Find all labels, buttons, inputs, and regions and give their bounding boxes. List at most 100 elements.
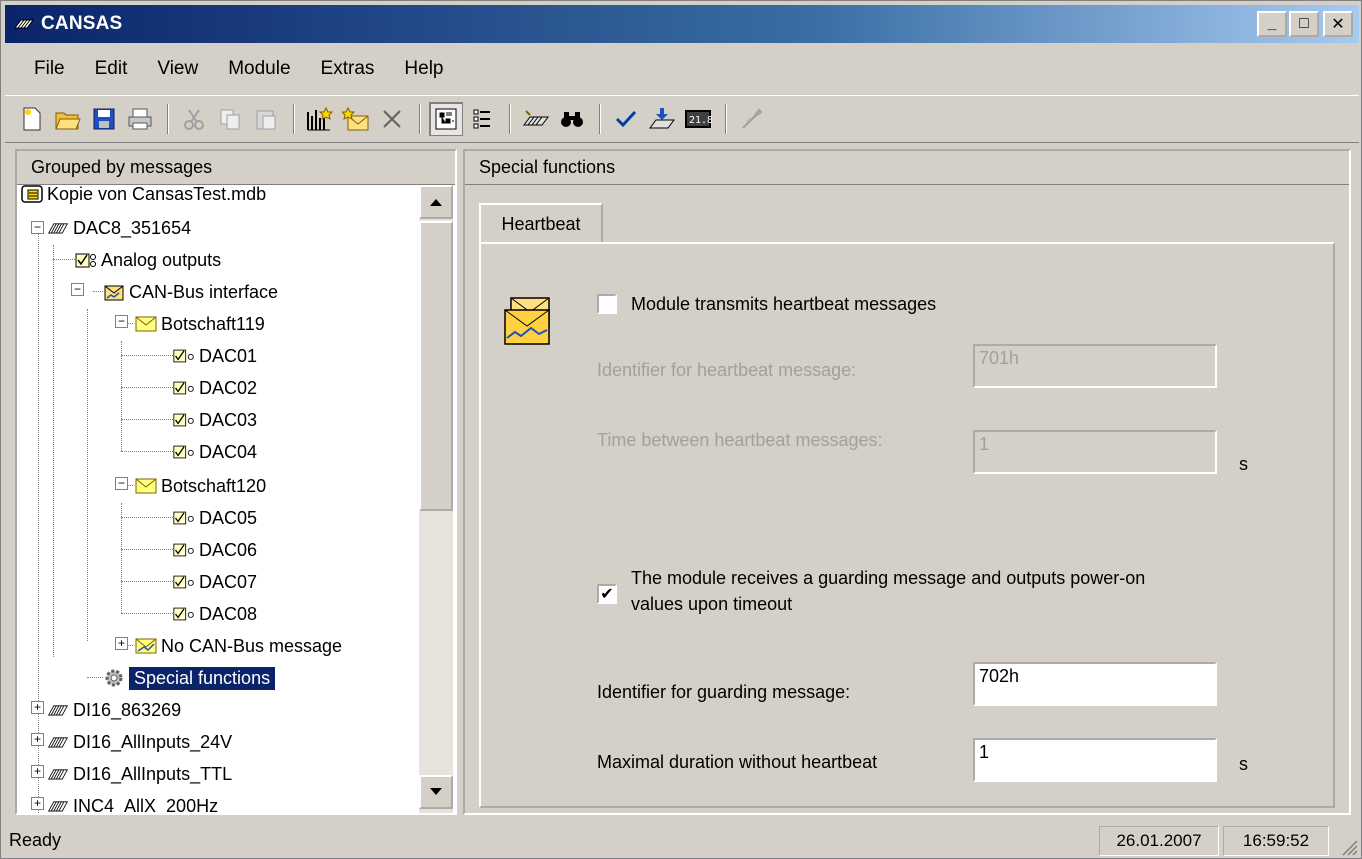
max-duration-field[interactable]: 1 (973, 738, 1217, 782)
scroll-thumb[interactable] (419, 221, 453, 511)
tree-node-analog-outputs[interactable]: Analog outputs (75, 245, 221, 275)
collapse-botschaft120[interactable]: − (115, 477, 128, 490)
close-button[interactable]: ✕ (1323, 11, 1353, 37)
toolbar-separator (725, 104, 727, 134)
print-button[interactable] (123, 102, 157, 136)
binoculars-icon (561, 112, 583, 127)
menu-module[interactable]: Module (228, 58, 290, 80)
new-message-button[interactable] (339, 102, 373, 136)
minimize-button[interactable]: _ (1257, 11, 1287, 37)
tree-node-di16-ttl[interactable]: DI16_AllInputs_TTL (47, 759, 232, 789)
group-by-messages-button[interactable] (429, 102, 463, 136)
tree-node-can-bus[interactable]: CAN-Bus interface (103, 277, 278, 307)
transmit-heartbeat-checkbox[interactable] (597, 294, 617, 314)
tree-node-dac03[interactable]: DAC03 (173, 405, 257, 435)
maximize-button[interactable]: □ (1289, 11, 1319, 37)
guarding-checkbox[interactable]: ✔ (597, 584, 617, 604)
tree-view-icon (435, 108, 457, 130)
measure-button[interactable]: 21.8 (681, 102, 715, 136)
expand-di16-24v[interactable]: + (31, 733, 44, 746)
tree-node-dac05[interactable]: DAC05 (173, 503, 257, 533)
tree-node-label: DAC8_351654 (73, 217, 192, 238)
heartbeat-time-label: Time between heartbeat messages: (597, 430, 883, 450)
details-pane: Special functions Heartbeat Module trans… (463, 149, 1351, 815)
tree-node-botschaft120[interactable]: Botschaft120 (135, 471, 266, 501)
tree-node-dac8[interactable]: DAC8_351654 (47, 213, 191, 243)
find-button[interactable] (555, 102, 589, 136)
tree-node-label: Analog outputs (101, 249, 222, 270)
scroll-down-button[interactable] (419, 775, 453, 809)
max-duration-label: Maximal duration without heartbeat (597, 752, 878, 772)
expand-inc4[interactable]: + (31, 797, 44, 810)
menu-edit[interactable]: Edit (95, 58, 128, 80)
new-button[interactable] (15, 102, 49, 136)
tree-node-label: DI16_863269 (73, 699, 182, 720)
resize-grip-icon[interactable] (1337, 835, 1359, 857)
module-tree[interactable]: − − − − + + + + + Kopie von CansasTest.m… (17, 185, 421, 813)
download-button[interactable] (645, 102, 679, 136)
tree-node-label: INC4_AllX_200Hz (73, 795, 219, 814)
tree-scrollbar[interactable] (419, 185, 453, 813)
delete-icon (383, 110, 401, 128)
collapse-can-bus[interactable]: − (71, 283, 84, 296)
menu-view[interactable]: View (157, 58, 198, 80)
tree-node-dac02[interactable]: DAC02 (173, 373, 257, 403)
status-text: Ready (9, 829, 62, 850)
heartbeat-id-field[interactable]: 701h (973, 344, 1217, 388)
toolbar: 21.8 (5, 95, 1359, 143)
menu-help[interactable]: Help (404, 58, 443, 80)
transmit-heartbeat-label: Module transmits heartbeat messages (631, 294, 937, 314)
tree-node-no-can-bus[interactable]: No CAN-Bus message (135, 631, 342, 661)
download-icon (649, 108, 675, 129)
tree-node-database[interactable]: Kopie von CansasTest.mdb (21, 185, 266, 209)
heartbeat-time-unit: s (1239, 454, 1248, 474)
collapse-botschaft119[interactable]: − (115, 315, 128, 328)
tree-node-dac07[interactable]: DAC07 (173, 567, 257, 597)
tree-node-di16-863269[interactable]: DI16_863269 (47, 695, 181, 725)
copy-button[interactable] (213, 102, 247, 136)
expand-di16-ttl[interactable]: + (31, 765, 44, 778)
heartbeat-time-field[interactable]: 1 (973, 430, 1217, 474)
check-button[interactable] (609, 102, 643, 136)
tree-node-label: DAC06 (199, 539, 258, 560)
tree-node-botschaft119[interactable]: Botschaft119 (135, 309, 265, 339)
channel-icon (173, 604, 195, 624)
tree-node-inc4[interactable]: INC4_AllX_200Hz (47, 791, 218, 813)
collapse-dac8[interactable]: − (31, 221, 44, 234)
group-by-channels-button[interactable] (465, 102, 499, 136)
menu-bar: File Edit View Module Extras Help (5, 47, 1359, 91)
open-button[interactable] (51, 102, 85, 136)
new-channel-button[interactable] (303, 102, 337, 136)
cut-button[interactable] (177, 102, 211, 136)
save-button[interactable] (87, 102, 121, 136)
tree-node-dac01[interactable]: DAC01 (173, 341, 257, 371)
delete-button[interactable] (375, 102, 409, 136)
guarding-label-line1: The module receives a guarding message a… (631, 568, 1146, 588)
expand-no-can-bus[interactable]: + (115, 637, 128, 650)
expand-di16-863269[interactable]: + (31, 701, 44, 714)
guarding-id-field[interactable]: 702h (973, 662, 1217, 706)
max-duration-unit: s (1239, 754, 1248, 774)
probe-button[interactable] (735, 102, 769, 136)
tree-node-label: DI16_AllInputs_24V (73, 731, 233, 752)
tree-node-dac08[interactable]: DAC08 (173, 599, 257, 629)
tree-node-di16-24v[interactable]: DI16_AllInputs_24V (47, 727, 232, 757)
tree-node-label: DI16_AllInputs_TTL (73, 763, 233, 784)
scroll-up-button[interactable] (419, 185, 453, 219)
tree-node-dac04[interactable]: DAC04 (173, 437, 257, 467)
new-file-icon (23, 107, 41, 131)
paste-button[interactable] (249, 102, 283, 136)
menu-file[interactable]: File (34, 58, 65, 80)
tree-node-label: CAN-Bus interface (129, 281, 279, 302)
menu-extras[interactable]: Extras (321, 58, 375, 80)
heartbeat-message-icon (504, 297, 550, 345)
status-time: 16:59:52 (1223, 826, 1329, 856)
tree-node-dac06[interactable]: DAC06 (173, 535, 257, 565)
tree-node-special-functions[interactable]: Special functions (103, 663, 276, 693)
module-config-button[interactable] (519, 102, 553, 136)
paste-icon (256, 110, 276, 130)
tab-heartbeat[interactable]: Heartbeat (479, 203, 603, 243)
channel-icon (173, 572, 195, 592)
title-bar[interactable]: CANSAS _ □ ✕ (5, 5, 1359, 43)
measure-display-icon: 21.8 (685, 110, 712, 128)
